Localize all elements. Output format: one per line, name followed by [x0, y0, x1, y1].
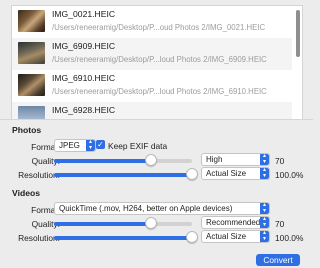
photos-quality-preset-popup[interactable]: High ▴ ▾ [201, 153, 270, 166]
file-path: /Users/reneeramig/Desktop/P...loud Photo… [52, 55, 267, 64]
photos-quality-slider-fill [54, 159, 151, 163]
videos-section-title: Videos [12, 188, 41, 198]
file-path: /Users/reneeramig/Desktop/P...loud Photo… [52, 87, 267, 96]
chevron-updown-icon: ▴ ▾ [260, 168, 269, 179]
videos-quality-slider-knob[interactable] [144, 217, 157, 229]
videos-resolution-preset-value: Actual Size [206, 232, 247, 241]
videos-resolution-value: 100.0% [275, 233, 304, 243]
videos-resolution-slider-knob[interactable] [186, 231, 198, 243]
file-thumbnail [18, 42, 45, 64]
videos-resolution-preset-popup[interactable]: Actual Size ▴ ▾ [201, 230, 270, 243]
file-name: IMG_6928.HEIC [52, 105, 116, 115]
photos-section-title: Photos [12, 125, 42, 135]
photos-format-popup[interactable]: JPEG ▴ ▾ [54, 139, 96, 152]
photos-format-value: JPEG [59, 141, 80, 150]
file-thumbnail [18, 106, 45, 119]
convert-button[interactable]: Convert [256, 254, 300, 266]
photos-format-label: Format: [31, 142, 60, 152]
videos-quality-preset-value: Recommended [206, 218, 261, 227]
chevron-updown-icon: ▴ ▾ [86, 140, 95, 151]
chevron-updown-icon: ▴ ▾ [260, 231, 269, 242]
file-list[interactable]: IMG_0021.HEIC /Users/reneeramig/Desktop/… [11, 5, 303, 120]
section-divider [0, 119, 313, 120]
chevron-updown-icon: ▴ ▾ [260, 203, 269, 214]
file-name: IMG_6909.HEIC [52, 41, 116, 51]
file-row[interactable]: IMG_6910.HEIC /Users/reneeramig/Desktop/… [12, 70, 292, 102]
videos-quality-slider[interactable] [54, 222, 192, 226]
videos-quality-value: 70 [275, 219, 285, 229]
chevron-updown-icon: ▴ ▾ [260, 154, 269, 165]
photos-quality-slider-knob[interactable] [144, 154, 157, 166]
keep-exif-label: Keep EXIF data [108, 141, 168, 151]
videos-quality-label: Quality: [31, 219, 60, 229]
photos-quality-label: Quality: [31, 156, 60, 166]
photos-quality-preset-value: High [206, 155, 223, 164]
photos-quality-slider[interactable] [54, 159, 192, 163]
file-row[interactable]: IMG_6928.HEIC [12, 102, 292, 119]
photos-resolution-value: 100.0% [275, 170, 304, 180]
photos-resolution-preset-value: Actual Size [206, 169, 247, 178]
videos-quality-slider-fill [54, 222, 151, 226]
keep-exif-checkbox[interactable]: ✓ [96, 140, 105, 149]
photos-resolution-preset-popup[interactable]: Actual Size ▴ ▾ [201, 167, 270, 180]
videos-resolution-slider[interactable] [54, 236, 192, 240]
chevron-updown-icon: ▴ ▾ [260, 217, 269, 228]
videos-resolution-label: Resolution: [18, 233, 60, 243]
photos-resolution-slider-fill [54, 173, 192, 177]
videos-format-value: QuickTime (.mov, H264, better on Apple d… [59, 204, 233, 213]
photos-resolution-slider-knob[interactable] [186, 168, 198, 180]
file-thumbnail [18, 74, 45, 96]
photos-resolution-slider[interactable] [54, 173, 192, 177]
videos-format-popup[interactable]: QuickTime (.mov, H264, better on Apple d… [54, 202, 270, 215]
file-thumbnail [18, 10, 45, 32]
photos-quality-value: 70 [275, 156, 285, 166]
checkmark-icon: ✓ [97, 140, 104, 149]
file-name: IMG_6910.HEIC [52, 73, 116, 83]
photos-resolution-label: Resolution: [18, 170, 60, 180]
videos-quality-preset-popup[interactable]: Recommended ▴ ▾ [201, 216, 270, 229]
videos-format-label: Format: [31, 205, 60, 215]
file-name: IMG_0021.HEIC [52, 9, 116, 19]
file-row[interactable]: IMG_0021.HEIC /Users/reneeramig/Desktop/… [12, 6, 292, 38]
file-row[interactable]: IMG_6909.HEIC /Users/reneeramig/Desktop/… [12, 38, 292, 70]
file-path: /Users/reneeramig/Desktop/P...oud Photos… [52, 23, 266, 32]
list-scrollbar[interactable] [296, 10, 300, 57]
videos-resolution-slider-fill [54, 236, 192, 240]
